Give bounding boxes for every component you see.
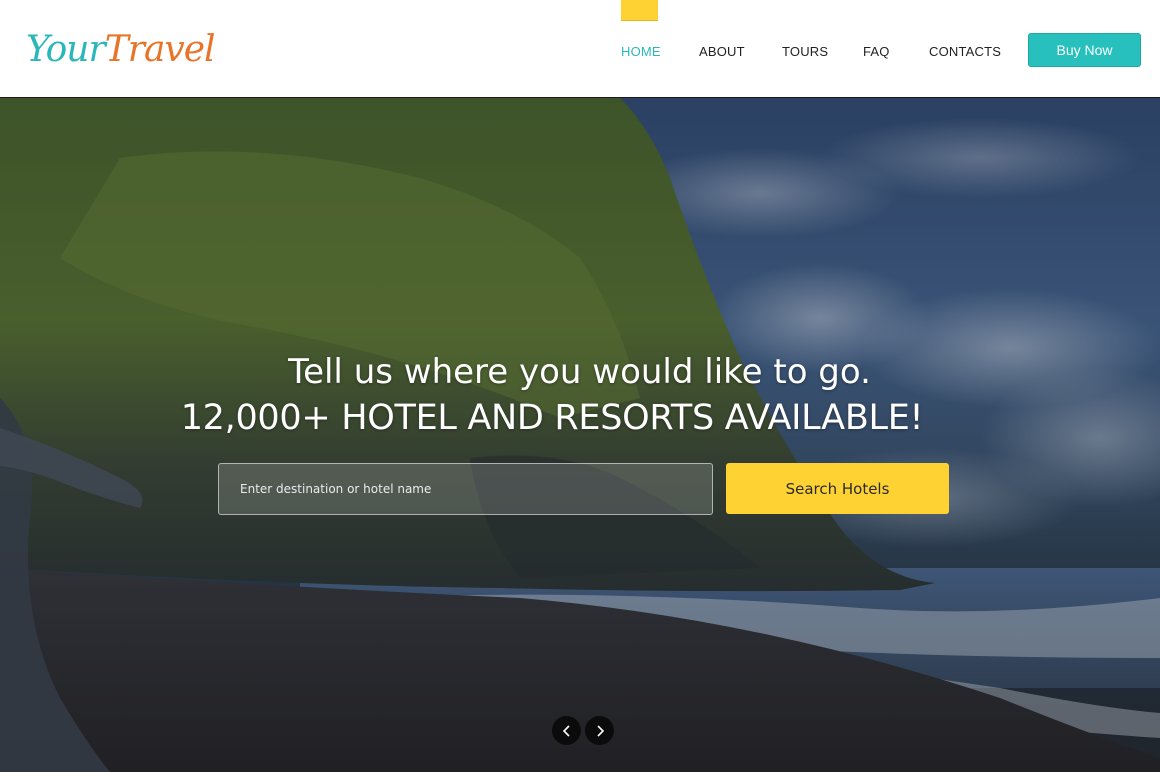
destination-search-input[interactable]	[218, 463, 713, 515]
slider-next-button[interactable]	[585, 716, 614, 745]
hero-banner: Tell us where you would like to go. 12,0…	[0, 98, 1160, 772]
nav-item-about[interactable]: ABOUT	[699, 43, 745, 61]
slider-prev-button[interactable]	[552, 716, 581, 745]
chevron-right-icon	[596, 724, 604, 737]
main-nav: HOME ABOUT TOURS FAQ CONTACTS	[0, 0, 1160, 98]
nav-item-contacts[interactable]: CONTACTS	[929, 43, 1001, 61]
chevron-left-icon	[562, 724, 570, 737]
nav-item-home[interactable]: HOME	[621, 43, 661, 61]
search-hotels-button[interactable]: Search Hotels	[726, 463, 949, 514]
hero-headline-line2: 12,000+ HOTEL AND RESORTS AVAILABLE!	[180, 398, 924, 438]
hero-headline-line1: Tell us where you would like to go.	[288, 352, 871, 392]
site-header: YourTravel HOME ABOUT TOURS FAQ CONTACTS…	[0, 0, 1160, 98]
buy-now-button[interactable]: Buy Now	[1028, 33, 1141, 67]
active-nav-marker	[621, 0, 658, 21]
nav-item-tours[interactable]: TOURS	[782, 43, 828, 61]
nav-item-faq[interactable]: FAQ	[863, 43, 890, 61]
